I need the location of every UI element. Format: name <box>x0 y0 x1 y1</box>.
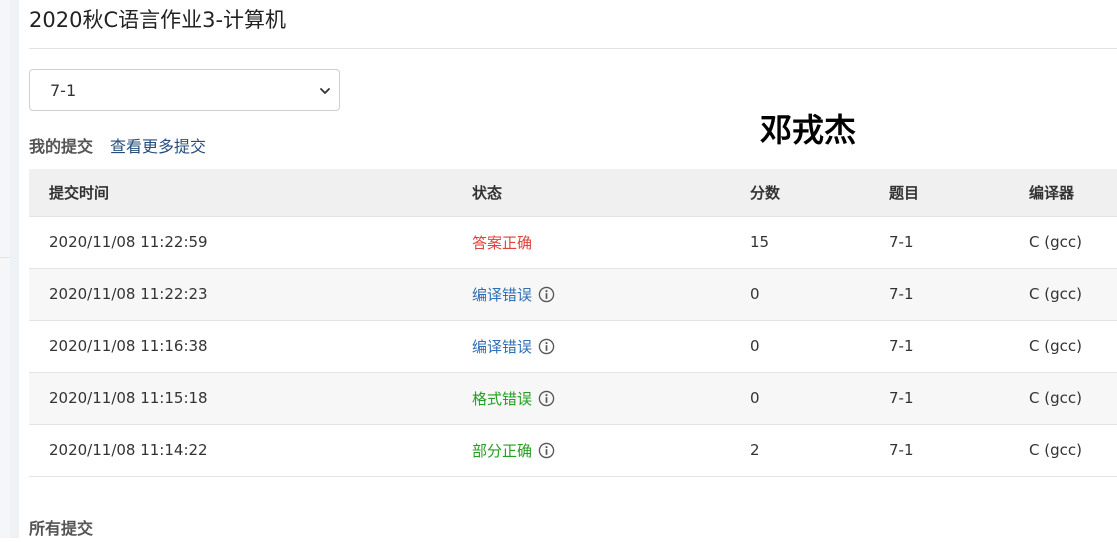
info-icon[interactable] <box>538 286 555 303</box>
page-title: 2020秋C语言作业3-计算机 <box>29 8 287 32</box>
status-cell: 部分正确 <box>472 424 750 477</box>
info-icon[interactable] <box>538 390 555 407</box>
header-compiler: 编译器 <box>1029 169 1117 217</box>
submit-time-cell: 2020/11/08 11:16:38 <box>29 320 472 373</box>
status-cell: 编译错误 <box>472 268 750 321</box>
submit-time-cell: 2020/11/08 11:22:23 <box>29 268 472 321</box>
status-link[interactable]: 编译错误 <box>472 284 555 305</box>
score-cell[interactable]: 0 <box>750 372 889 425</box>
compiler-cell: C (gcc) <box>1029 320 1117 373</box>
more-submissions-link[interactable]: 查看更多提交 <box>110 134 206 160</box>
table-row: 2020/11/08 11:14:22 部分正确 2 7-1 C (gcc) <box>29 424 1117 477</box>
table-row: 2020/11/08 11:22:59 答案正确 15 7-1 C (gcc) <box>29 216 1117 269</box>
submit-time-cell: 2020/11/08 11:14:22 <box>29 424 472 477</box>
header-problem: 题目 <box>889 169 1029 217</box>
score-cell[interactable]: 2 <box>750 424 889 477</box>
problem-cell[interactable]: 7-1 <box>889 372 1029 425</box>
submissions-table: 提交时间 状态 分数 题目 编译器 2020/11/08 11:22:59 答案正… <box>29 169 1117 477</box>
problem-select-value: 7-1 <box>50 81 77 100</box>
my-submissions-heading: 我的提交 <box>29 137 94 156</box>
table-header-row: 提交时间 状态 分数 题目 编译器 <box>29 169 1117 217</box>
compiler-cell: C (gcc) <box>1029 372 1117 425</box>
status-text: 格式错误 <box>472 389 533 408</box>
table-row: 2020/11/08 11:16:38 编译错误 0 7-1 C (gcc) <box>29 320 1117 373</box>
score-cell[interactable]: 0 <box>750 268 889 321</box>
status-cell: 编译错误 <box>472 320 750 373</box>
compiler-cell: C (gcc) <box>1029 268 1117 321</box>
watermark-name: 邓戎杰 <box>760 111 857 149</box>
left-sidebar-strip <box>0 0 10 538</box>
header-status: 状态 <box>472 169 750 217</box>
table-row: 2020/11/08 11:15:18 格式错误 0 7-1 C (gcc) <box>29 372 1117 425</box>
chevron-down-icon <box>320 88 330 94</box>
sidebar-divider <box>0 257 10 258</box>
problem-select[interactable]: 7-1 <box>29 69 340 111</box>
score-cell[interactable]: 0 <box>750 320 889 373</box>
status-link[interactable]: 答案正确 <box>472 232 532 253</box>
problem-cell[interactable]: 7-1 <box>889 424 1029 477</box>
left-sidebar-edge <box>10 0 19 538</box>
status-link[interactable]: 部分正确 <box>472 440 555 461</box>
table-row: 2020/11/08 11:22:23 编译错误 0 7-1 C (gcc) <box>29 268 1117 321</box>
score-cell[interactable]: 15 <box>750 216 889 269</box>
problem-cell[interactable]: 7-1 <box>889 268 1029 321</box>
status-text: 部分正确 <box>472 441 533 460</box>
title-divider <box>29 48 1117 49</box>
problem-cell[interactable]: 7-1 <box>889 216 1029 269</box>
status-text: 编译错误 <box>472 337 533 356</box>
info-icon[interactable] <box>538 442 555 459</box>
header-submit-time: 提交时间 <box>29 169 472 217</box>
compiler-cell: C (gcc) <box>1029 216 1117 269</box>
status-cell: 答案正确 <box>472 216 750 269</box>
status-link[interactable]: 格式错误 <box>472 388 555 409</box>
status-cell: 格式错误 <box>472 372 750 425</box>
header-score: 分数 <box>750 169 889 217</box>
status-text: 编译错误 <box>472 285 533 304</box>
submit-time-cell: 2020/11/08 11:22:59 <box>29 216 472 269</box>
submit-time-cell: 2020/11/08 11:15:18 <box>29 372 472 425</box>
all-submissions-heading: 所有提交 <box>29 519 94 538</box>
status-link[interactable]: 编译错误 <box>472 336 555 357</box>
status-text: 答案正确 <box>472 233 533 252</box>
info-icon[interactable] <box>538 338 555 355</box>
problem-cell[interactable]: 7-1 <box>889 320 1029 373</box>
compiler-cell: C (gcc) <box>1029 424 1117 477</box>
